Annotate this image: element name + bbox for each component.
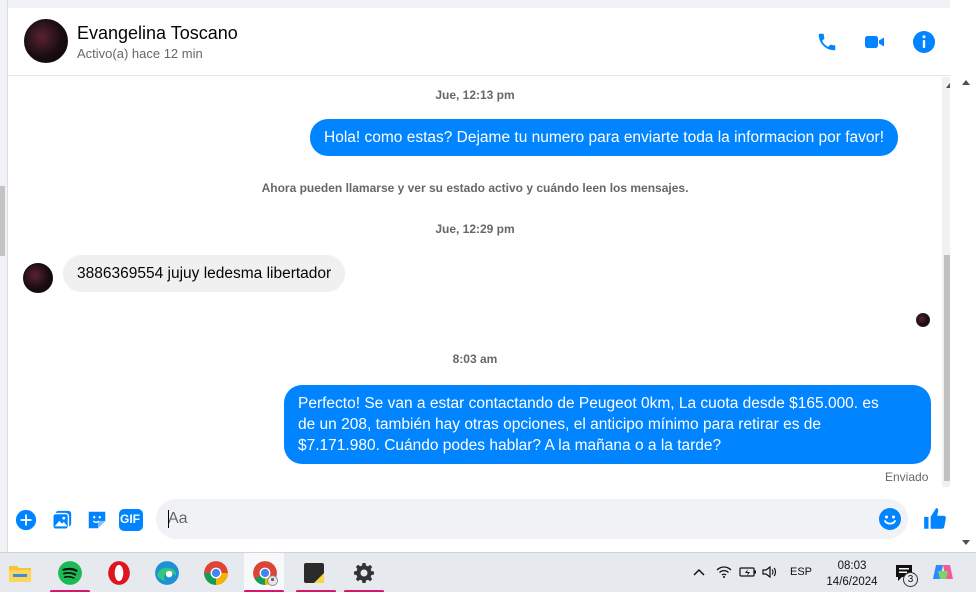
battery-icon[interactable] <box>739 565 757 582</box>
photo-gallery-icon[interactable] <box>50 508 74 532</box>
right-edge <box>950 0 976 552</box>
file-explorer-icon[interactable] <box>6 559 34 587</box>
contact-name[interactable]: Evangelina Toscano <box>77 23 238 44</box>
gif-label: GIF <box>120 512 140 526</box>
clock-time: 08:03 <box>837 560 867 572</box>
chat-window: Evangelina Toscano Activo(a) hace 12 min… <box>8 8 976 552</box>
chat-header: Evangelina Toscano Activo(a) hace 12 min <box>8 8 976 76</box>
wifi-icon[interactable] <box>716 565 732 582</box>
plus-circle-icon[interactable] <box>14 508 38 532</box>
emoji-icon[interactable] <box>878 507 902 531</box>
message-line: Perfecto! Se van a estar contactando de … <box>298 395 879 412</box>
message-list: Jue, 12:13 pm Hola! como estas? Dejame t… <box>8 77 942 487</box>
contact-avatar-small[interactable] <box>23 263 53 293</box>
thumbs-up-icon[interactable] <box>922 506 948 532</box>
volume-icon[interactable] <box>762 565 778 582</box>
incoming-message[interactable]: 3886369554 jujuy ledesma libertador <box>63 255 346 292</box>
message-input[interactable] <box>168 499 868 539</box>
left-edge <box>0 0 8 552</box>
composer: GIF <box>8 488 976 552</box>
info-icon[interactable] <box>912 30 936 54</box>
seen-indicator-avatar <box>916 313 930 327</box>
message-line: de un 208, también hay otras opciones, e… <box>298 416 821 433</box>
timestamp: Jue, 12:29 pm <box>435 222 515 236</box>
notification-count-badge: 3 <box>903 572 918 587</box>
sticker-icon[interactable] <box>85 508 109 532</box>
gif-icon[interactable]: GIF <box>118 508 144 532</box>
text-caret <box>168 510 169 528</box>
outgoing-message[interactable]: Perfecto! Se van a estar contactando de … <box>284 385 931 464</box>
settings-gear-icon[interactable] <box>350 559 378 587</box>
copilot-icon[interactable] <box>932 561 954 586</box>
contact-avatar[interactable] <box>24 19 68 63</box>
contact-status: Activo(a) hace 12 min <box>77 46 203 61</box>
timestamp: Jue, 12:13 pm <box>435 88 515 102</box>
message-line: $7.171.980. Cuándo podes hablar? A la ma… <box>298 437 722 454</box>
video-camera-icon[interactable] <box>863 30 887 54</box>
timestamp: 8:03 am <box>452 352 498 366</box>
system-message: Ahora pueden llamarse y ver su estado ac… <box>261 181 689 195</box>
window-scroll-up-arrow[interactable] <box>962 80 970 85</box>
taskbar: ESP 08:03 14/6/2024 3 <box>0 552 976 592</box>
sent-status: Enviado <box>885 470 929 484</box>
spotify-icon[interactable] <box>56 559 84 587</box>
opera-icon[interactable] <box>105 559 133 587</box>
clock[interactable]: 08:03 14/6/2024 <box>820 558 884 590</box>
clock-date: 14/6/2024 <box>826 576 878 588</box>
outgoing-message[interactable]: Hola! como estas? Dejame tu numero para … <box>310 119 899 156</box>
window-scroll-down-arrow[interactable] <box>962 540 970 545</box>
edge-icon[interactable] <box>153 559 181 587</box>
phone-icon[interactable] <box>815 30 839 54</box>
language-indicator[interactable]: ESP <box>790 566 812 578</box>
chrome-icon[interactable] <box>202 559 230 587</box>
show-hidden-icons-chevron-icon[interactable] <box>692 565 706 582</box>
sticky-notes-icon[interactable] <box>300 559 328 587</box>
message-input-container[interactable] <box>156 499 908 539</box>
chrome-profile-icon[interactable] <box>251 559 279 587</box>
left-edge-marker <box>0 186 5 256</box>
